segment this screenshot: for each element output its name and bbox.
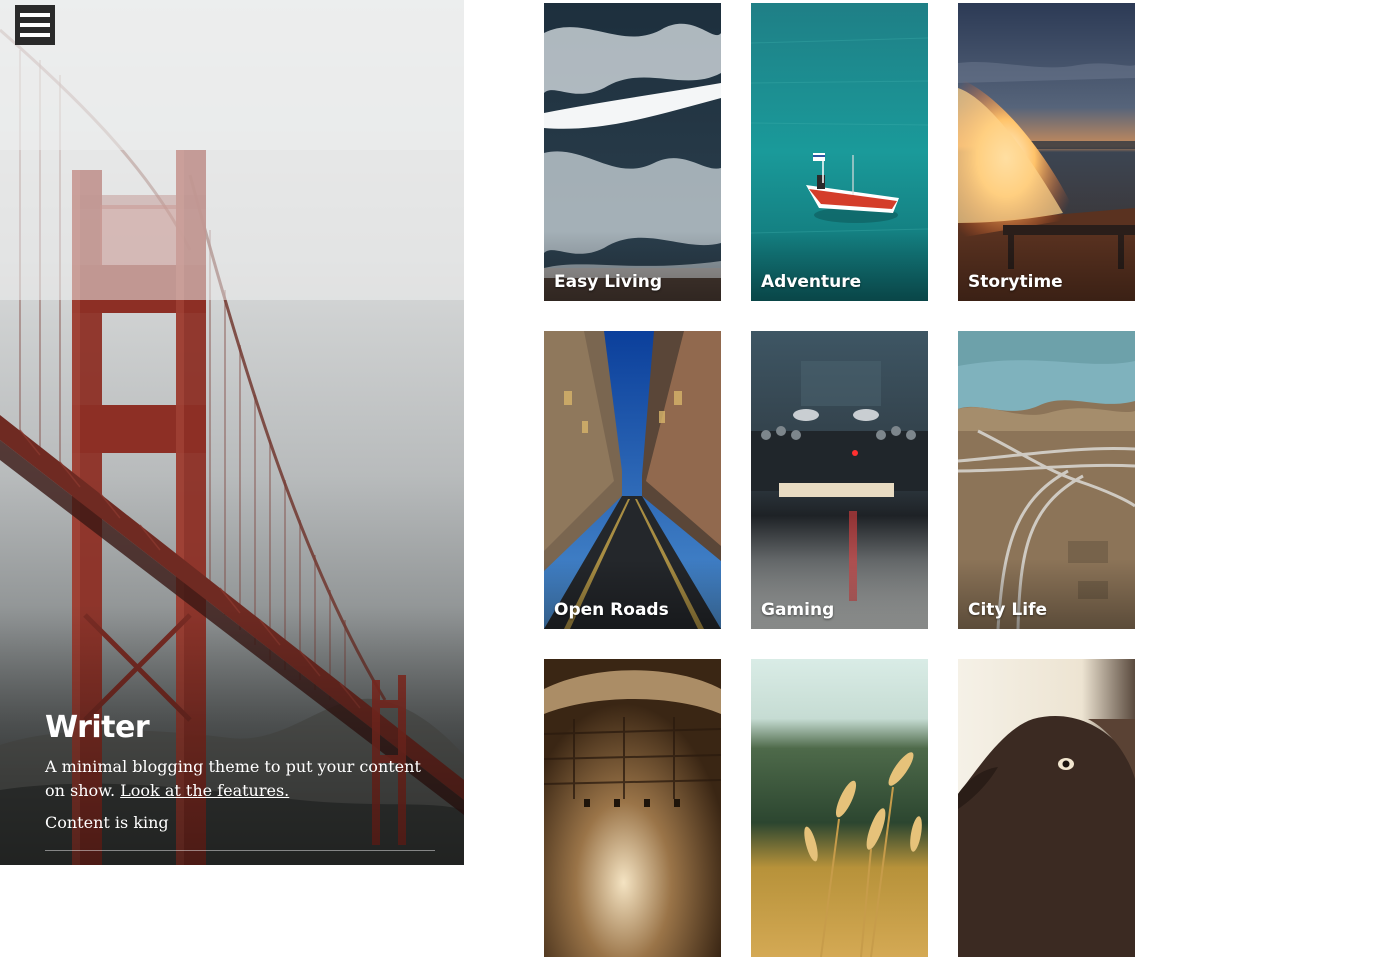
menu-bar — [20, 33, 50, 37]
tile-label: City Life — [968, 600, 1048, 620]
site-title[interactable]: Writer — [45, 710, 435, 745]
concert-stage-image — [544, 659, 721, 957]
post-tile-stage[interactable] — [544, 659, 721, 957]
sidebar-hero: Writer A minimal blogging theme to put y… — [0, 0, 464, 865]
site-tagline: Content is king — [45, 813, 169, 832]
features-link[interactable]: Look at the features. — [120, 781, 289, 800]
sidebar-divider — [45, 850, 435, 851]
post-tile-storytime[interactable]: Storytime — [958, 3, 1135, 301]
tile-label: Storytime — [968, 272, 1063, 292]
post-tile-gaming[interactable]: Gaming — [751, 331, 928, 629]
site-description: A minimal blogging theme to put your con… — [45, 755, 435, 803]
post-tile-wheat[interactable] — [751, 659, 928, 957]
site-info: Writer A minimal blogging theme to put y… — [45, 710, 435, 832]
post-tile-adventure[interactable]: Adventure — [751, 3, 928, 301]
tile-label: Easy Living — [554, 272, 663, 292]
post-tile-easy-living[interactable]: Easy Living — [544, 3, 721, 301]
wheat-field-image — [751, 659, 928, 957]
menu-bar — [20, 13, 50, 17]
post-tile-open-roads[interactable]: Open Roads — [544, 331, 721, 629]
tile-label: Gaming — [761, 600, 835, 620]
dog-portrait-image — [958, 659, 1135, 957]
post-tile-dog[interactable] — [958, 659, 1135, 957]
menu-bar — [20, 23, 50, 27]
hamburger-menu-icon[interactable] — [15, 5, 55, 45]
tile-label: Adventure — [761, 272, 862, 292]
post-tile-city-life[interactable]: City Life — [958, 331, 1135, 629]
tile-label: Open Roads — [554, 600, 669, 620]
